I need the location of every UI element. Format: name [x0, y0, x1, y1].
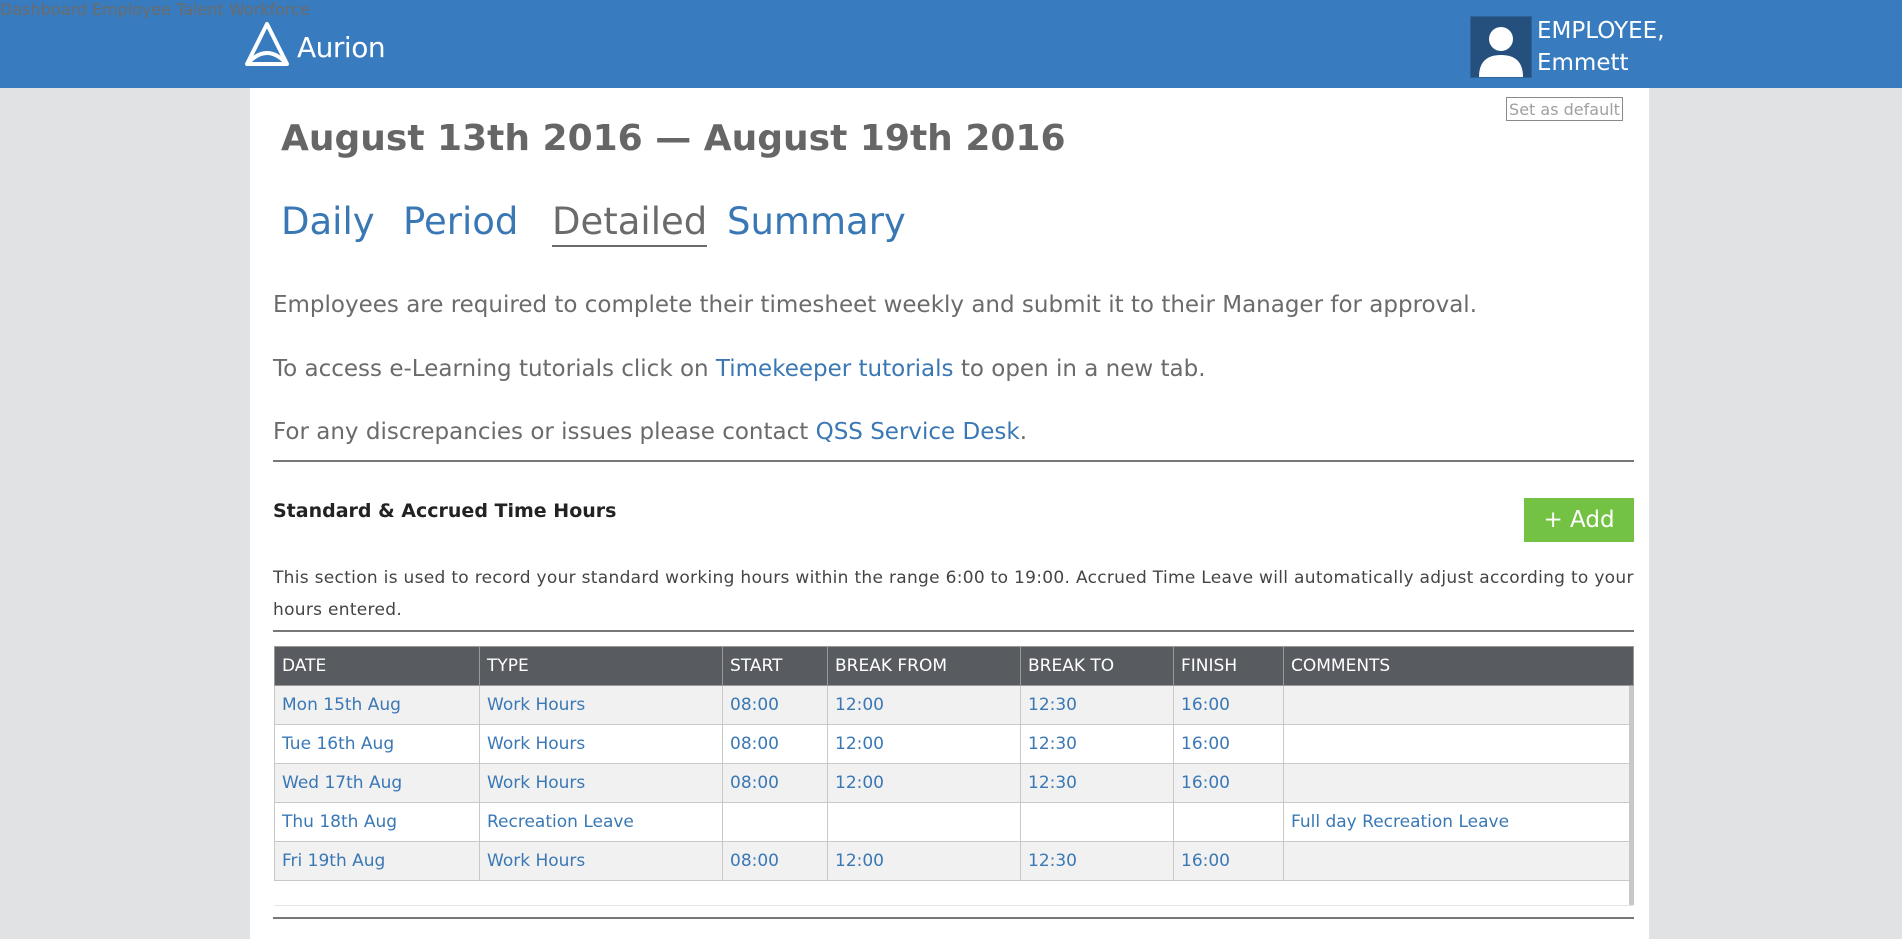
column-header-finish[interactable]: FINISH: [1173, 646, 1284, 686]
nav-workforce[interactable]: Workforce: [229, 0, 310, 19]
tab-period[interactable]: Period: [403, 200, 518, 243]
column-header-break-to[interactable]: BREAK TO: [1020, 646, 1174, 686]
timesheet-table: DATE TYPE START BREAK FROM BREAK TO FINI…: [274, 646, 1634, 881]
cell-start[interactable]: 08:00: [722, 763, 828, 803]
info-text: to open in a new tab.: [953, 356, 1206, 382]
column-header-start[interactable]: START: [722, 646, 828, 686]
column-header-date[interactable]: DATE: [274, 646, 480, 686]
cell-finish[interactable]: 16:00: [1173, 685, 1284, 725]
user-name[interactable]: EMPLOYEE, Emmett: [1537, 15, 1665, 79]
qss-service-desk-link[interactable]: QSS Service Desk: [816, 419, 1020, 445]
cell-break-from[interactable]: 12:00: [827, 763, 1021, 803]
cell-break-to[interactable]: 12:30: [1020, 724, 1174, 764]
cell-date[interactable]: Tue 16th Aug: [274, 724, 480, 764]
cell-finish[interactable]: 16:00: [1173, 763, 1284, 803]
table-header-row: DATE TYPE START BREAK FROM BREAK TO FINI…: [274, 646, 1634, 686]
info-text: To access e-Learning tutorials click on: [273, 356, 716, 382]
set-as-default-button[interactable]: Set as default: [1506, 97, 1623, 121]
table-row[interactable]: Tue 16th Aug Work Hours 08:00 12:00 12:3…: [274, 724, 1634, 764]
tab-summary[interactable]: Summary: [727, 200, 906, 243]
table-scrollbar[interactable]: [1629, 686, 1634, 905]
cell-break-from[interactable]: 12:00: [827, 685, 1021, 725]
cell-break-from[interactable]: 12:00: [827, 841, 1021, 881]
column-header-break-from[interactable]: BREAK FROM: [827, 646, 1021, 686]
brand-logo[interactable]: Aurion: [243, 20, 386, 68]
add-button[interactable]: + Add: [1524, 498, 1634, 542]
cell-break-to[interactable]: 12:30: [1020, 685, 1174, 725]
cell-type[interactable]: Recreation Leave: [479, 802, 723, 842]
cell-break-from[interactable]: [827, 802, 1021, 842]
nav-talent[interactable]: Talent: [176, 0, 224, 19]
section-description: This section is used to record your stan…: [273, 568, 1634, 620]
page-title: August 13th 2016 — August 19th 2016: [281, 118, 1066, 159]
nav-dashboard[interactable]: Dashboard: [0, 0, 87, 19]
divider: [273, 630, 1634, 632]
section-title: Standard & Accrued Time Hours: [273, 500, 617, 522]
cell-date[interactable]: Fri 19th Aug: [274, 841, 480, 881]
cell-comments[interactable]: [1283, 724, 1634, 764]
cell-start[interactable]: 08:00: [722, 724, 828, 764]
tab-daily[interactable]: Daily: [281, 200, 375, 243]
aurion-logo-icon: [245, 22, 289, 66]
cell-finish[interactable]: 16:00: [1173, 841, 1284, 881]
table-row[interactable]: Fri 19th Aug Work Hours 08:00 12:00 12:3…: [274, 841, 1634, 881]
cell-break-to[interactable]: [1020, 802, 1174, 842]
avatar[interactable]: [1470, 16, 1532, 78]
tab-detailed[interactable]: Detailed: [552, 200, 708, 247]
cell-start[interactable]: 08:00: [722, 685, 828, 725]
cell-finish[interactable]: 16:00: [1173, 724, 1284, 764]
user-name-line1: EMPLOYEE,: [1537, 18, 1665, 44]
cell-date[interactable]: Thu 18th Aug: [274, 802, 480, 842]
cell-type[interactable]: Work Hours: [479, 724, 723, 764]
cell-start[interactable]: [722, 802, 828, 842]
cell-finish[interactable]: [1173, 802, 1284, 842]
info-line-approval: Employees are required to complete their…: [273, 292, 1478, 318]
cell-comments[interactable]: [1283, 763, 1634, 803]
info-line-service-desk: For any discrepancies or issues please c…: [273, 419, 1027, 445]
cell-break-to[interactable]: 12:30: [1020, 841, 1174, 881]
cell-type[interactable]: Work Hours: [479, 763, 723, 803]
table-footer-space: [274, 882, 1633, 906]
cell-type[interactable]: Work Hours: [479, 685, 723, 725]
info-text: .: [1019, 419, 1027, 445]
cell-start[interactable]: 08:00: [722, 841, 828, 881]
user-name-line2: Emmett: [1537, 50, 1629, 76]
column-header-type[interactable]: TYPE: [479, 646, 723, 686]
divider: [273, 460, 1634, 462]
cell-break-to[interactable]: 12:30: [1020, 763, 1174, 803]
divider: [273, 917, 1634, 919]
cell-comments[interactable]: [1283, 841, 1634, 881]
cell-comments[interactable]: [1283, 685, 1634, 725]
cell-type[interactable]: Work Hours: [479, 841, 723, 881]
table-row[interactable]: Thu 18th Aug Recreation Leave Full day R…: [274, 802, 1634, 842]
info-text: For any discrepancies or issues please c…: [273, 419, 816, 445]
cell-date[interactable]: Wed 17th Aug: [274, 763, 480, 803]
user-avatar-icon: [1479, 27, 1523, 77]
top-bar: Aurion Dashboard Employee Talent Workfor…: [0, 0, 1902, 88]
nav-employee[interactable]: Employee: [92, 0, 171, 19]
cell-break-from[interactable]: 12:00: [827, 724, 1021, 764]
table-row[interactable]: Mon 15th Aug Work Hours 08:00 12:00 12:3…: [274, 685, 1634, 725]
table-row[interactable]: Wed 17th Aug Work Hours 08:00 12:00 12:3…: [274, 763, 1634, 803]
column-header-comments[interactable]: COMMENTS: [1283, 646, 1634, 686]
timekeeper-tutorials-link[interactable]: Timekeeper tutorials: [716, 356, 954, 382]
brand-text: Aurion: [297, 30, 386, 64]
cell-comments[interactable]: Full day Recreation Leave: [1283, 802, 1634, 842]
cell-date[interactable]: Mon 15th Aug: [274, 685, 480, 725]
info-line-tutorials: To access e-Learning tutorials click on …: [273, 356, 1206, 382]
